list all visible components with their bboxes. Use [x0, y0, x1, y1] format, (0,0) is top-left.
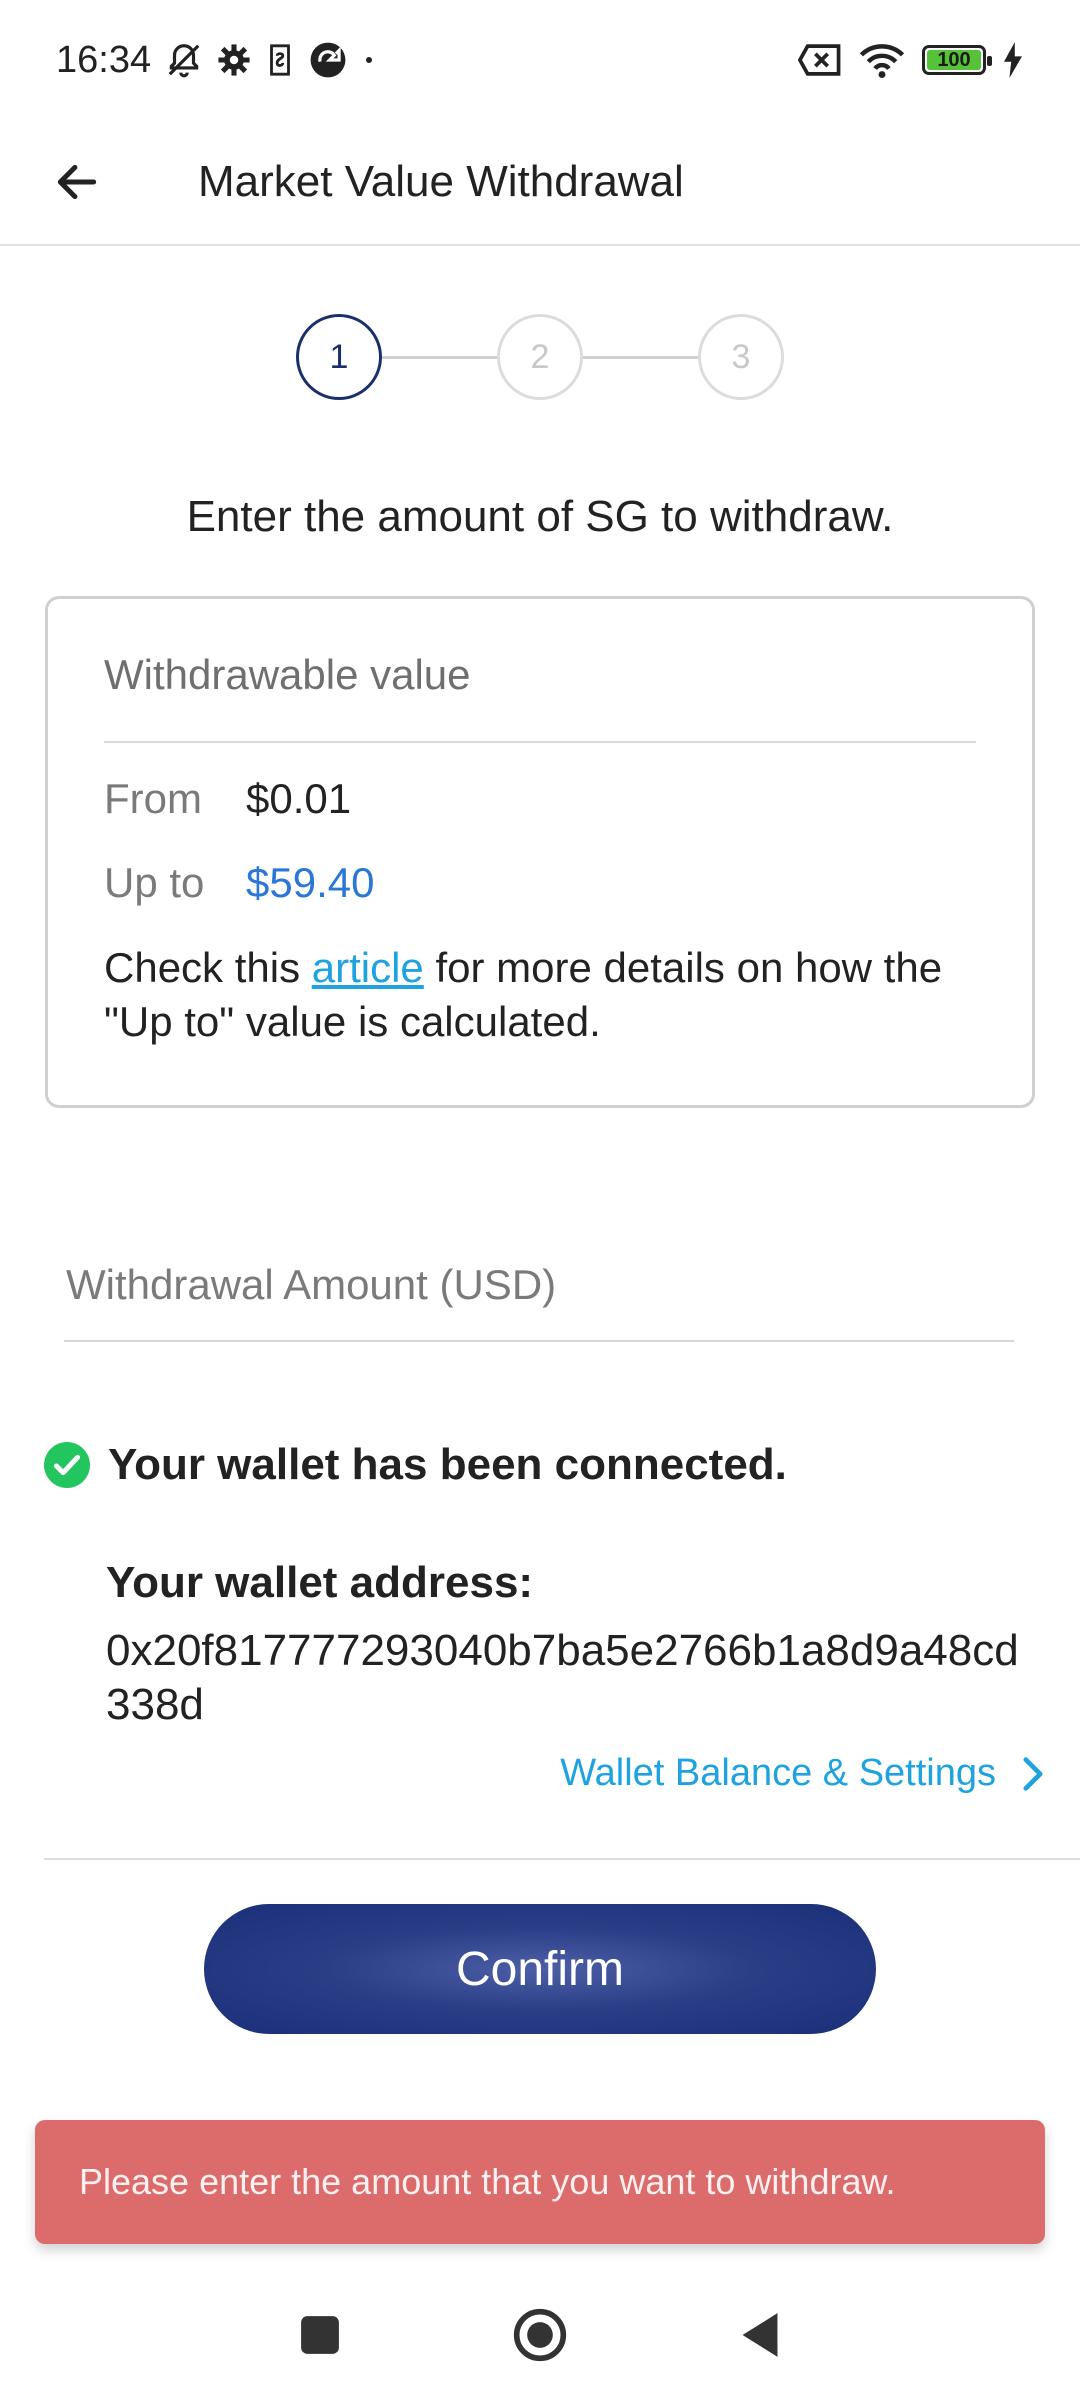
- home-button[interactable]: [490, 2285, 590, 2385]
- toast-message: Please enter the amount that you want to…: [79, 2161, 896, 2202]
- gear-icon: [218, 44, 250, 76]
- wallet-settings-link[interactable]: Wallet Balance & Settings: [560, 1752, 1046, 1795]
- page-title: Market Value Withdrawal: [198, 157, 684, 206]
- confirm-button[interactable]: Confirm: [204, 1904, 876, 2034]
- bell-off-icon: [168, 44, 200, 78]
- wallet-address: 0x20f817777293040b7ba5e2766b1a8d9a48cd33…: [106, 1626, 1019, 1729]
- step-connector: [583, 355, 698, 359]
- range-upto-row: Up to $59.40: [104, 853, 976, 913]
- from-value: $0.01: [246, 775, 352, 822]
- upto-value: $59.40: [246, 859, 375, 906]
- range-from-row: From $0.01: [104, 769, 976, 829]
- square-icon: [301, 2316, 339, 2354]
- card-divider: [104, 741, 976, 743]
- instruction-text: Enter the amount of SG to withdraw.: [186, 492, 894, 541]
- battery-icon: 100: [922, 45, 992, 75]
- recents-button[interactable]: [270, 2285, 370, 2385]
- from-label: From: [104, 775, 202, 822]
- wallet-status: Your wallet has been connected.: [44, 1440, 787, 1490]
- withdrawal-amount-input[interactable]: [64, 1230, 1014, 1342]
- upto-label: Up to: [104, 859, 205, 906]
- progress-stepper: 1 2 3: [296, 314, 784, 400]
- withdrawal-screen: 16:34 100 Market Value Withdrawal 1 2 3 …: [0, 0, 1080, 2400]
- arrow-left-icon: [57, 164, 97, 200]
- check-circle-icon: [44, 1442, 90, 1488]
- status-bar: 16:34 100: [0, 0, 1080, 120]
- wifi-icon: [859, 44, 905, 78]
- status-right-icons: 100: [798, 41, 1024, 79]
- error-toast: Please enter the amount that you want to…: [35, 2120, 1045, 2244]
- step-3: 3: [698, 314, 784, 400]
- system-nav-bar: [0, 2270, 1080, 2400]
- back-nav-button[interactable]: [710, 2285, 810, 2385]
- note-text-before: Check this: [104, 944, 312, 991]
- withdrawable-value-card: Withdrawable value From $0.01 Up to $59.…: [45, 596, 1035, 1108]
- card-note: Check this article for more details on h…: [104, 941, 976, 1049]
- triangle-back-icon: [742, 2313, 778, 2357]
- card-title: Withdrawable value: [104, 651, 471, 698]
- back-button[interactable]: [22, 132, 132, 232]
- wallet-address-label: Your wallet address:: [106, 1558, 534, 1607]
- no-sim-icon: [798, 44, 841, 76]
- dot-icon: [366, 57, 373, 63]
- step-1: 1: [296, 314, 382, 400]
- step-connector: [382, 355, 497, 359]
- wallet-connected-text: Your wallet has been connected.: [108, 1440, 787, 1489]
- chevron-right-icon: [1023, 1756, 1043, 1791]
- sim-icon: [270, 44, 291, 76]
- home-circle-icon: [513, 2308, 567, 2362]
- article-link[interactable]: article: [312, 944, 424, 991]
- charging-icon: [1004, 42, 1022, 78]
- status-left-icons: [165, 41, 377, 79]
- app-bar: Market Value Withdrawal: [0, 120, 1080, 246]
- status-time: 16:34: [56, 38, 152, 81]
- section-divider: [44, 1858, 1080, 1860]
- battery-level: 100: [927, 49, 981, 71]
- app-icon: [310, 42, 346, 78]
- step-2: 2: [497, 314, 583, 400]
- wallet-settings-label: Wallet Balance & Settings: [560, 1752, 996, 1794]
